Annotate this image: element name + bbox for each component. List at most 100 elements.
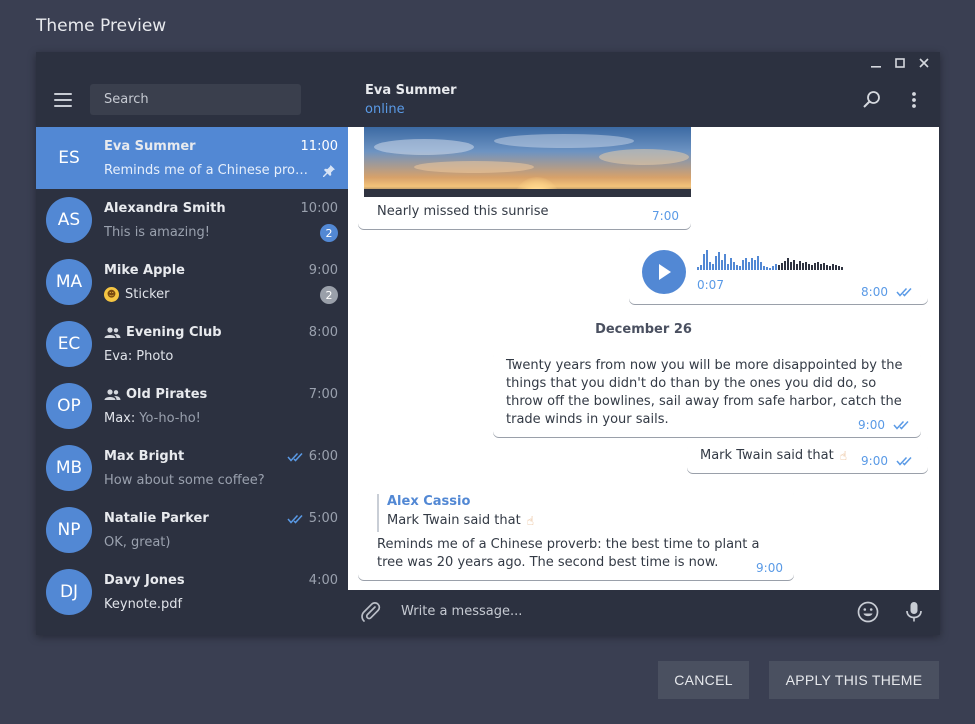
pin-icon: [322, 163, 336, 182]
waveform-bar: [742, 260, 744, 270]
sunrise-photo[interactable]: [364, 127, 691, 197]
chat-name: Mike Apple: [104, 263, 185, 278]
waveform-bar: [769, 268, 771, 270]
cancel-button[interactable]: CANCEL: [658, 661, 749, 699]
peer-name: Eva Summer: [365, 83, 457, 98]
chat-time: 8:00: [308, 325, 338, 340]
menu-icon[interactable]: [54, 93, 72, 107]
avatar: EC: [46, 321, 92, 367]
date-separator: December 26: [595, 322, 692, 337]
chat-preview: How about some coffee?: [104, 473, 265, 488]
waveform-bar: [775, 264, 777, 270]
text-message[interactable]: Twenty years from now you will be more d…: [493, 351, 921, 437]
chat-list: ES Eva Summer 11:00 Reminds me of a Chin…: [36, 127, 348, 623]
reply-message[interactable]: Alex Cassio Mark Twain said that ☝ Remin…: [358, 489, 794, 580]
chat-time: 10:00: [300, 201, 338, 216]
waveform-bar: [787, 258, 789, 270]
chat-item-evening-club[interactable]: EC Evening Club 8:00 Eva: Photo: [36, 313, 348, 375]
page-title: Theme Preview: [36, 16, 167, 36]
waveform-bar: [802, 263, 804, 270]
waveform-bar: [733, 262, 735, 270]
chat-time: 9:00: [308, 263, 338, 278]
unread-badge: 2: [320, 224, 338, 242]
waveform-bar: [805, 262, 807, 270]
voice-waveform[interactable]: [697, 250, 843, 270]
waveform-bar: [745, 258, 747, 270]
chat-item-eva-summer[interactable]: ES Eva Summer 11:00 Reminds me of a Chin…: [36, 127, 348, 189]
chat-item-mike-apple[interactable]: MA Mike Apple 9:00 ☻ Sticker 2: [36, 251, 348, 313]
waveform-bar: [832, 264, 834, 270]
peer-status: online: [365, 102, 405, 117]
search-icon[interactable]: [862, 89, 882, 111]
message-time: 9:00: [861, 454, 914, 468]
chat-item-max-bright[interactable]: MB Max Bright 6:00 How about some coffee…: [36, 437, 348, 499]
message-text: Twenty years from now you will be more d…: [506, 358, 903, 427]
message-input[interactable]: Write a message...: [401, 604, 522, 619]
voice-message[interactable]: 0:07 8:00: [629, 244, 928, 304]
waveform-bar: [751, 258, 753, 270]
preview-author: Eva:: [104, 349, 133, 364]
avatar: AS: [46, 197, 92, 243]
waveform-bar: [793, 260, 795, 270]
reply-author[interactable]: Alex Cassio: [387, 494, 470, 509]
avatar: NP: [46, 507, 92, 553]
chat-time: 4:00: [308, 573, 338, 588]
waveform-bar: [754, 260, 756, 270]
emoji-icon[interactable]: [856, 600, 880, 624]
chat-name: Evening Club: [104, 325, 222, 340]
double-check-icon: [287, 514, 303, 524]
play-button[interactable]: [642, 250, 686, 294]
chat-time: 11:00: [300, 139, 338, 154]
preview-window: Search ES Eva Summer 11:00 Reminds me of…: [36, 52, 940, 635]
waveform-bar: [730, 258, 732, 270]
waveform-bar: [826, 265, 828, 270]
chat-item-old-pirates[interactable]: OP Old Pirates 7:00 Max: Yo-ho-ho!: [36, 375, 348, 437]
point-up-emoji-icon: ☝: [839, 449, 848, 463]
text-message[interactable]: Mark Twain said that ☝ 9:00: [687, 443, 928, 473]
search-input[interactable]: Search: [90, 84, 301, 115]
waveform-bar: [796, 264, 798, 270]
attach-icon[interactable]: [359, 600, 383, 624]
preview-author: Max:: [104, 411, 136, 426]
waveform-bar: [808, 264, 810, 270]
waveform-bar: [838, 266, 840, 270]
waveform-bar: [823, 263, 825, 270]
waveform-bar: [817, 262, 819, 270]
waveform-bar: [697, 267, 699, 270]
chat-preview: This is amazing!: [104, 225, 210, 240]
message-composer: Write a message...: [348, 590, 940, 635]
sidebar: Search ES Eva Summer 11:00 Reminds me of…: [36, 52, 348, 635]
group-icon: [104, 327, 121, 338]
message-time: 7:00: [652, 209, 679, 223]
waveform-bar: [763, 266, 765, 270]
more-vertical-icon[interactable]: [904, 89, 924, 111]
message-list: Nearly missed this sunrise 7:00 0:07 8:0…: [348, 127, 939, 590]
chat-name: Natalie Parker: [104, 511, 209, 526]
waveform-bar: [841, 267, 843, 270]
chat-preview: Max: Yo-ho-ho!: [104, 411, 201, 426]
group-icon: [104, 389, 121, 400]
waveform-bar: [724, 254, 726, 270]
chat-name: Davy Jones: [104, 573, 185, 588]
apply-theme-button[interactable]: APPLY THIS THEME: [769, 661, 939, 699]
waveform-bar: [709, 262, 711, 270]
message-text: Reminds me of a Chinese proverb: the bes…: [377, 537, 760, 570]
waveform-bar: [748, 262, 750, 270]
double-check-icon: [896, 287, 912, 297]
chat-item-natalie-parker[interactable]: NP Natalie Parker 5:00 OK, great): [36, 499, 348, 561]
chat-item-alexandra-smith[interactable]: AS Alexandra Smith 10:00 This is amazing…: [36, 189, 348, 251]
waveform-bar: [700, 265, 702, 270]
grin-emoji-icon: ☻: [104, 287, 119, 302]
waveform-bar: [721, 260, 723, 270]
message-time: 8:00: [861, 285, 914, 299]
chat-header: Eva Summer online: [348, 70, 940, 127]
chat-time: 6:00: [287, 449, 338, 464]
chat-item-davy-jones[interactable]: DJ Davy Jones 4:00 Keynote.pdf: [36, 561, 348, 623]
microphone-icon[interactable]: [902, 600, 926, 624]
avatar: MB: [46, 445, 92, 491]
photo-message[interactable]: Nearly missed this sunrise 7:00: [358, 127, 691, 229]
avatar: ES: [58, 148, 80, 168]
chat-name: Alexandra Smith: [104, 201, 226, 216]
search-placeholder: Search: [104, 92, 149, 107]
waveform-bar: [790, 262, 792, 270]
